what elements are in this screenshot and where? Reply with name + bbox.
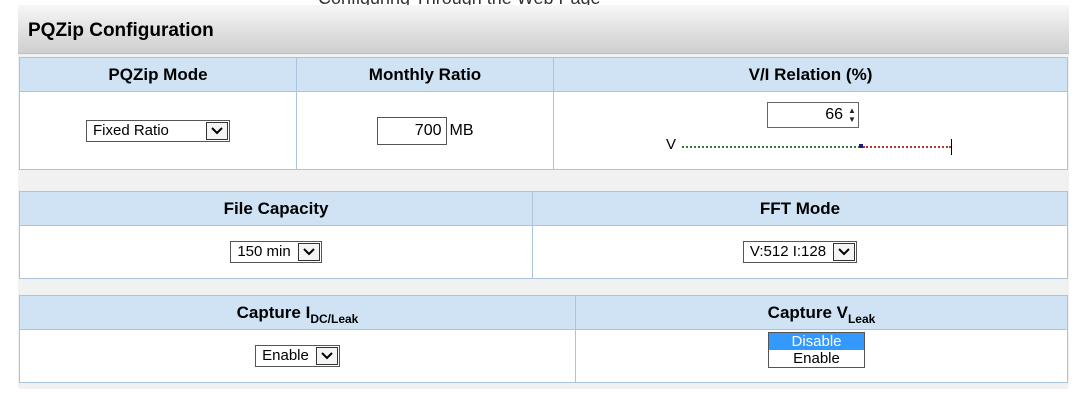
fft-mode-value: V:512 I:128 <box>749 243 827 260</box>
header-pqzip-mode: PQZip Mode <box>19 57 297 92</box>
header-vi-relation: V/I Relation (%) <box>553 57 1068 92</box>
capture-i-select[interactable]: Enable <box>255 345 340 367</box>
slider-track-voltage <box>682 146 860 148</box>
header-monthly-ratio: Monthly Ratio <box>296 57 554 92</box>
slider-v-label: V <box>666 136 677 153</box>
pqzip-mode-value: Fixed Ratio <box>93 121 169 139</box>
header-fft-mode: FFT Mode <box>532 191 1068 226</box>
panel-title-bar: PQZip Configuration <box>18 5 1069 54</box>
fft-mode-select[interactable]: V:512 I:128 <box>742 241 858 263</box>
vi-relation-spinbox[interactable]: 66 ▲ ▼ <box>767 102 859 128</box>
chevron-down-icon[interactable] <box>315 347 338 365</box>
chevron-down-icon[interactable] <box>833 243 856 261</box>
header-capture-i: Capture IDC/Leak <box>19 295 576 330</box>
header-file-capacity: File Capacity <box>19 191 533 226</box>
panel-title: PQZip Configuration <box>28 20 214 41</box>
row2-table: File Capacity FFT Mode 150 min V:512 I:1… <box>19 191 1068 279</box>
slider-track-current <box>863 146 951 148</box>
capture-i-subscript: DC/Leak <box>310 311 359 326</box>
chevron-down-icon[interactable] <box>206 121 228 140</box>
header-capture-v: Capture VLeak <box>575 295 1068 330</box>
vi-relation-value: 66 <box>825 106 843 123</box>
capture-i-label: Capture I <box>236 302 311 322</box>
row3-table: Capture IDC/Leak Capture VLeak Enable Di… <box>19 295 1068 383</box>
monthly-ratio-input[interactable]: 700 <box>376 116 447 145</box>
capture-v-option-enable[interactable]: Enable <box>769 350 864 367</box>
chevron-down-icon[interactable] <box>297 243 320 261</box>
file-capacity-cell: 150 min <box>19 225 533 279</box>
monthly-ratio-cell: 700 MB <box>296 91 554 170</box>
vi-relation-cell: 66 ▲▼ V I <box>553 91 1068 170</box>
file-capacity-value: 150 min <box>237 243 291 260</box>
spinner-arrows-icon[interactable]: ▲ ▼ <box>846 103 858 127</box>
file-capacity-select[interactable]: 150 min <box>230 241 322 263</box>
capture-v-subscript: Leak <box>847 311 876 326</box>
vi-relation-slider[interactable]: V I <box>666 136 956 156</box>
capture-v-cell: Disable Enable <box>575 329 1068 383</box>
pqzip-configuration-panel: PQZip Configuration PQZip Mode Monthly R… <box>18 5 1069 389</box>
fft-mode-cell: V:512 I:128 <box>532 225 1068 279</box>
row1-table: PQZip Mode Monthly Ratio V/I Relation (%… <box>19 57 1068 170</box>
capture-i-cell: Enable <box>19 329 576 383</box>
monthly-ratio-unit: MB <box>449 121 474 139</box>
pqzip-mode-cell: Fixed Ratio <box>19 91 297 170</box>
pqzip-mode-select[interactable]: Fixed Ratio <box>86 119 230 142</box>
capture-i-value: Enable <box>262 347 309 364</box>
capture-v-label: Capture V <box>767 302 848 322</box>
capture-v-option-disable[interactable]: Disable <box>769 333 864 350</box>
capture-v-dropdown-list[interactable]: Disable Enable <box>768 332 865 368</box>
